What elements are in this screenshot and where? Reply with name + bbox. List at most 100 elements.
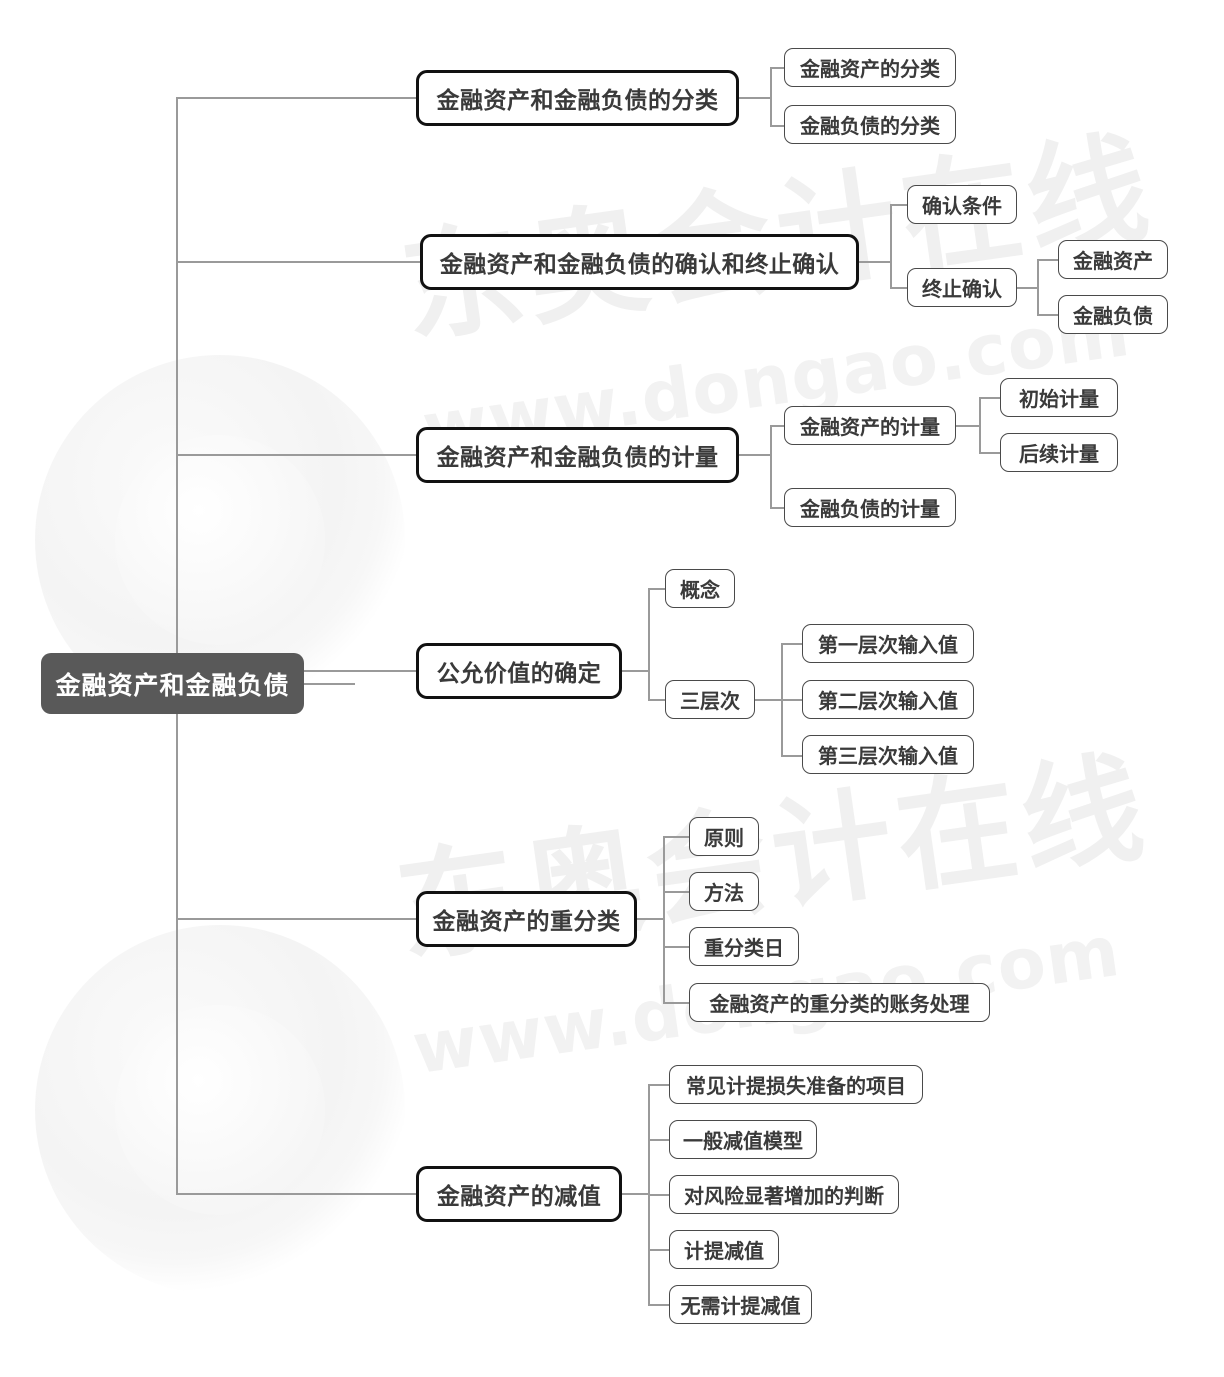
node-derecognition-financial-liability[interactable]: 金融负债 [1058,295,1168,334]
connector-branch-3-child-2 [770,507,785,509]
connector-branch-2-stub [859,261,891,263]
node-reclassification-date[interactable]: 重分类日 [689,927,799,966]
node-no-impairment-needed-label: 无需计提减值 [680,1294,801,1318]
node-subsequent-measurement-label: 后续计量 [1019,442,1099,466]
connector-branch-5-child-4 [663,1002,690,1004]
node-subsequent-measurement[interactable]: 后续计量 [1000,433,1118,472]
node-recognition-criteria[interactable]: 确认条件 [907,185,1017,224]
connector-branch-6-stub [622,1193,649,1195]
connector-branch-1-riser [770,67,772,127]
branch-node-reclassification-label: 金融资产的重分类 [432,909,621,935]
node-reclassification-method[interactable]: 方法 [689,872,759,911]
connector-branch-6-child-2 [648,1139,670,1141]
connector-branch-4-l3-child-1 [781,643,803,645]
root-node[interactable]: 金融资产和金融负债 [41,653,304,714]
connector-branch-3-riser [770,425,772,508]
node-level-1-input-label: 第一层次输入值 [818,633,958,657]
branch-node-impairment-label: 金融资产的减值 [436,1184,602,1210]
node-financial-liability-classification[interactable]: 金融负债的分类 [784,105,956,144]
connector-branch-5-riser [663,836,665,1004]
connector-branch-3-l3-child-1 [979,397,1001,399]
node-financial-asset-measurement[interactable]: 金融资产的计量 [784,406,956,445]
connector-branch-2-child-1 [890,204,908,206]
connector-branch-1 [176,97,419,99]
node-fair-value-concept[interactable]: 概念 [665,569,735,608]
node-no-impairment-needed[interactable]: 无需计提减值 [669,1285,812,1324]
branch-node-measurement[interactable]: 金融资产和金融负债的计量 [416,427,739,483]
root-node-label: 金融资产和金融负债 [55,670,290,700]
node-recognition-criteria-label: 确认条件 [922,194,1002,218]
branch-node-measurement-label: 金融资产和金融负债的计量 [436,445,719,471]
connector-branch-6-child-4 [648,1249,670,1251]
watermark-logo-ring-bottom [35,925,405,1295]
connector-branch-2-child-2 [890,287,908,289]
connector-branch-6 [176,1193,419,1195]
node-financial-asset-classification[interactable]: 金融资产的分类 [784,48,956,87]
connector-branch-2 [176,261,423,263]
node-reclassification-principle[interactable]: 原则 [689,817,759,856]
branch-node-classification-label: 金融资产和金融负债的分类 [436,88,719,114]
node-three-levels[interactable]: 三层次 [665,680,755,719]
connector-branch-5-child-1 [663,836,690,838]
node-common-loss-provision-items[interactable]: 常见计提损失准备的项目 [669,1065,923,1104]
node-level-3-input[interactable]: 第三层次输入值 [802,735,974,774]
connector-branch-4-l3-stub [755,699,782,701]
node-significant-risk-increase-judgement-label: 对风险显著增加的判断 [684,1184,884,1208]
node-derecognition-financial-liability-label: 金融负债 [1073,304,1153,328]
connector-branch-5 [176,918,419,920]
connector-branch-3-stub [739,454,771,456]
connector-branch-1-child-1 [770,67,785,69]
node-level-3-input-label: 第三层次输入值 [818,744,958,768]
connector-branch-3-l3-stub [955,425,980,427]
branch-node-recognition-label: 金融资产和金融负债的确认和终止确认 [439,252,840,278]
connector-branch-1-child-2 [770,125,785,127]
node-derecognition-financial-asset-label: 金融资产 [1073,249,1153,273]
node-derecognition-label: 终止确认 [922,277,1002,301]
branch-node-recognition[interactable]: 金融资产和金融负债的确认和终止确认 [420,234,859,290]
connector-branch-5-stub [637,918,664,920]
branch-node-reclassification[interactable]: 金融资产的重分类 [416,891,637,947]
node-reclassification-method-label: 方法 [704,881,744,905]
branch-node-impairment[interactable]: 金融资产的减值 [416,1166,622,1222]
node-derecognition-financial-asset[interactable]: 金融资产 [1058,240,1168,279]
node-derecognition[interactable]: 终止确认 [907,268,1017,307]
node-significant-risk-increase-judgement[interactable]: 对风险显著增加的判断 [669,1175,899,1214]
node-fair-value-concept-label: 概念 [680,578,720,602]
node-common-loss-provision-items-label: 常见计提损失准备的项目 [686,1074,906,1098]
connector-branch-2-l3-child-2 [1037,314,1059,316]
connector-branch-5-child-3 [663,946,690,948]
node-reclassification-principle-label: 原则 [704,826,744,850]
connector-branch-5-child-2 [663,891,690,893]
node-financial-liability-measurement[interactable]: 金融负债的计量 [784,488,956,527]
node-financial-asset-measurement-label: 金融资产的计量 [800,415,940,439]
connector-branch-6-child-3 [648,1194,670,1196]
connector-branch-6-child-5 [648,1304,670,1306]
node-reclassification-date-label: 重分类日 [704,936,784,960]
branch-node-classification[interactable]: 金融资产和金融负债的分类 [416,70,739,126]
connector-branch-4-child-1 [648,588,666,590]
connector-branch-3-l3-riser [979,397,981,453]
connector-branch-3-child-1 [770,425,785,427]
node-level-2-input-label: 第二层次输入值 [818,689,958,713]
node-initial-measurement-label: 初始计量 [1019,387,1099,411]
node-level-2-input[interactable]: 第二层次输入值 [802,680,974,719]
watermark-logo-ring-bottom-inner [115,1005,325,1215]
node-provide-impairment[interactable]: 计提减值 [669,1230,779,1269]
node-initial-measurement[interactable]: 初始计量 [1000,378,1118,417]
node-level-1-input[interactable]: 第一层次输入值 [802,624,974,663]
mindmap-canvas: 东奥会计在线 www.dongao.com 东奥会计在线 www.dongao.… [0,0,1224,1377]
connector-branch-4-child-2 [648,699,666,701]
connector-branch-1-stub [739,97,771,99]
node-financial-liability-classification-label: 金融负债的分类 [800,114,940,138]
connector-branch-2-riser [890,204,892,288]
connector-branch-3-l3-child-2 [979,452,1001,454]
node-general-impairment-model[interactable]: 一般减值模型 [669,1120,817,1159]
connector-branch-4-l3-child-2 [781,699,803,701]
connector-branch-4-stub [622,670,649,672]
connector-branch-4-l3-child-3 [781,755,803,757]
branch-node-fair-value[interactable]: 公允价值的确定 [416,643,622,699]
node-reclassification-accounting[interactable]: 金融资产的重分类的账务处理 [689,983,990,1022]
connector-branch-2-l3-riser [1037,259,1039,316]
node-three-levels-label: 三层次 [680,689,740,713]
watermark-logo-ring-top-inner [115,435,325,645]
